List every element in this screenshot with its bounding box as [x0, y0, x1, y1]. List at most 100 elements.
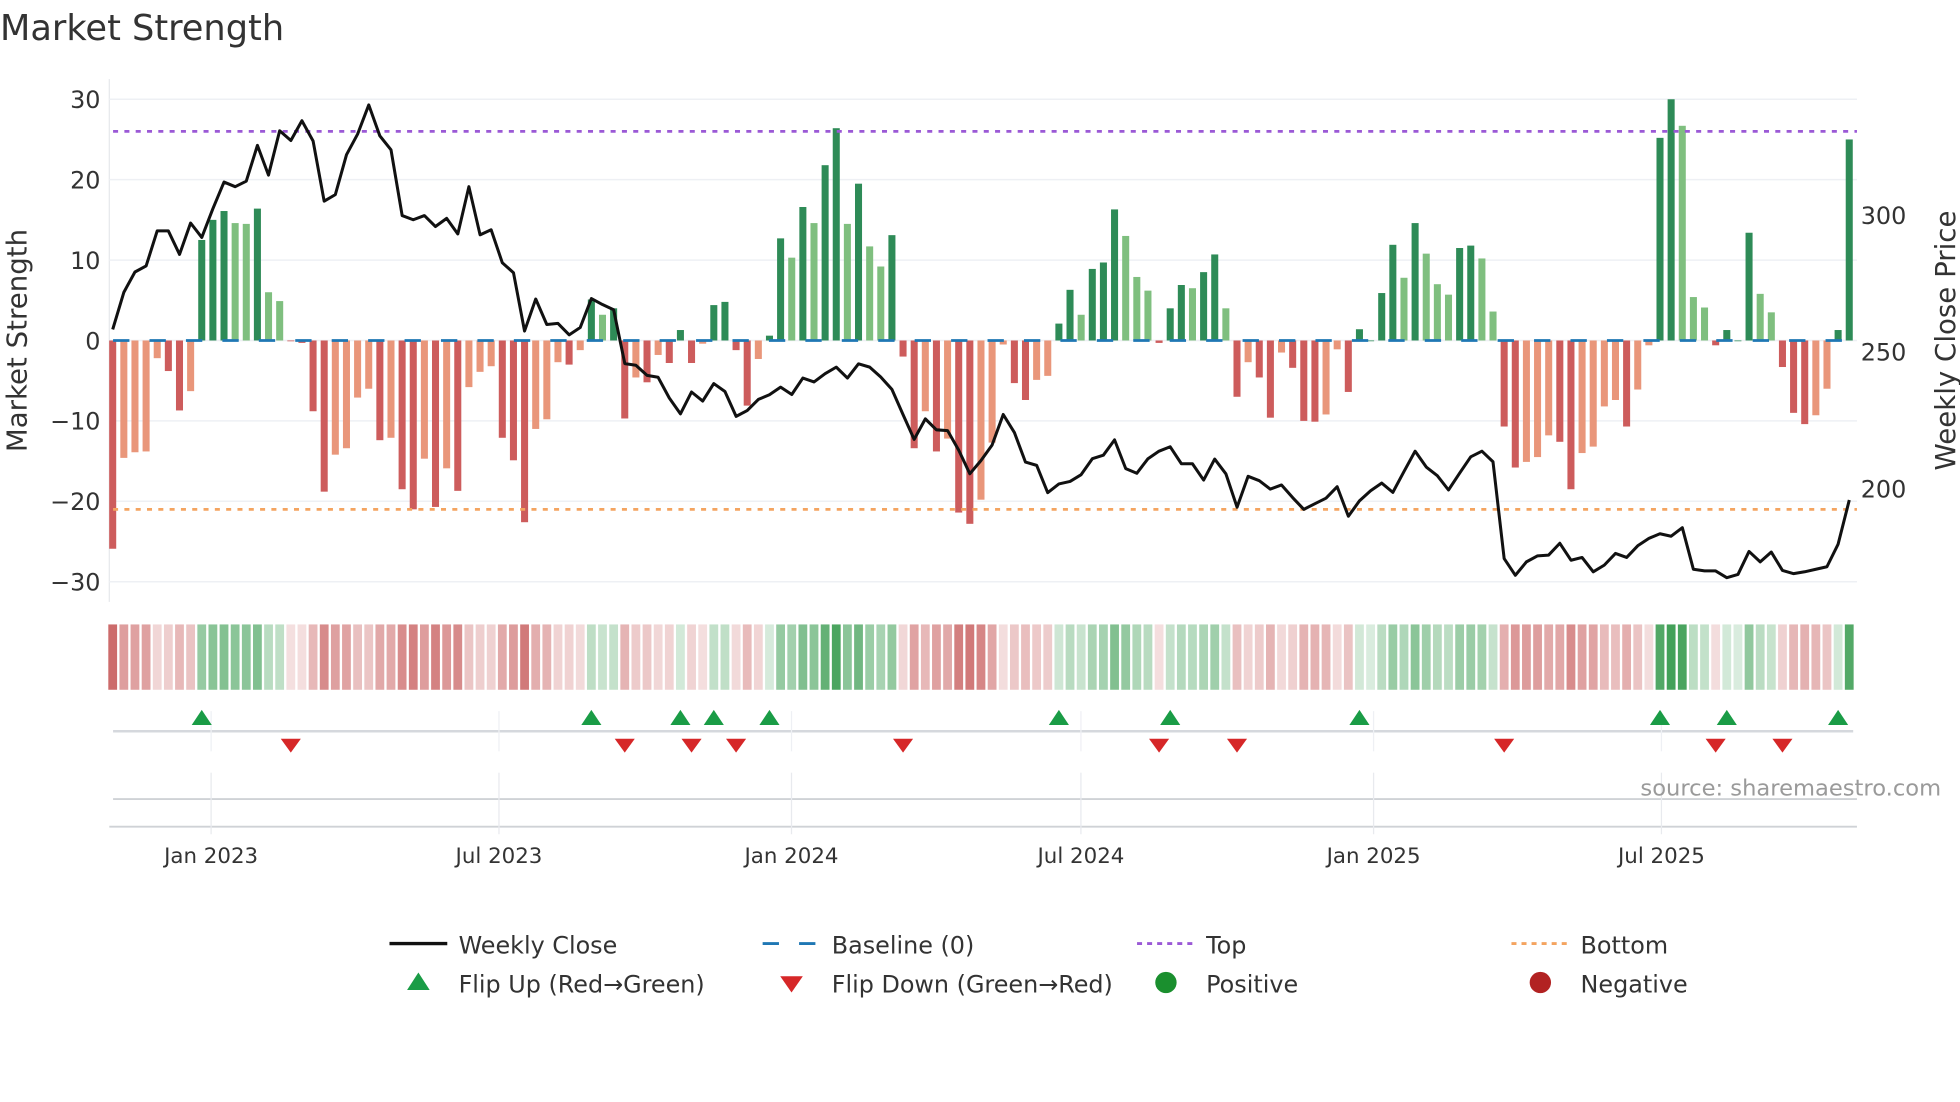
heat-cell — [1822, 624, 1832, 690]
heat-cell — [586, 624, 596, 690]
heat-cell — [141, 624, 151, 690]
heat-cell — [1599, 624, 1609, 690]
strength-bar — [242, 223, 250, 341]
x-axis: Jan 2023 Jul 2023 Jan 2024 Jul 2024 Jan 2025… — [109, 772, 1857, 869]
strength-bar — [1244, 340, 1252, 363]
heat-cell — [1477, 624, 1487, 690]
strength-bar — [1155, 340, 1163, 343]
flip-markers — [113, 709, 1854, 753]
legend-label: Positive — [1206, 971, 1298, 999]
heat-cell — [1488, 624, 1498, 690]
legend-triangle-up-icon — [407, 972, 430, 991]
heat-cell — [1421, 624, 1431, 690]
strength-bar — [1222, 308, 1230, 341]
heat-cell — [1611, 624, 1620, 690]
strength-bar — [1211, 254, 1219, 341]
flip-up-marker — [759, 709, 780, 725]
heat-cell — [397, 624, 407, 690]
strength-bar — [476, 340, 484, 372]
strength-bar — [832, 128, 840, 341]
strength-bar — [899, 340, 907, 357]
strength-bar — [387, 340, 395, 438]
strength-bar — [1823, 340, 1831, 389]
heat-cell — [998, 624, 1008, 690]
heat-cell — [653, 624, 663, 690]
heat-cell — [1087, 624, 1097, 690]
strength-bar — [287, 340, 295, 342]
strength-bar — [754, 340, 762, 359]
strength-bar — [398, 340, 406, 490]
heat-cell — [1366, 624, 1375, 690]
heat-cell — [1844, 624, 1854, 690]
y2-tick-label: 250 — [1861, 339, 1907, 367]
heat-cell — [1355, 624, 1364, 690]
strength-bar — [1311, 340, 1319, 422]
heat-cell — [1054, 624, 1064, 690]
flip-down-marker — [1772, 738, 1793, 753]
strength-bar — [432, 340, 440, 507]
strength-bar — [888, 235, 896, 341]
heat-cell — [464, 624, 474, 690]
heat-cell — [386, 624, 396, 690]
strength-bar — [1233, 340, 1241, 397]
strength-bar — [1678, 125, 1686, 341]
x-tick-label: Jul 2023 — [454, 844, 543, 869]
strength-bar — [1634, 340, 1642, 390]
strength-bar — [810, 223, 818, 341]
heat-cell — [1065, 624, 1075, 690]
strength-bar — [342, 340, 350, 449]
legend-triangle-down-icon — [780, 976, 803, 993]
strength-bar — [1467, 245, 1475, 341]
heat-cell — [954, 624, 964, 690]
heat-cell — [1533, 624, 1542, 690]
heat-cell — [642, 624, 652, 690]
strength-bar — [1623, 340, 1631, 427]
heat-cell — [1121, 624, 1131, 690]
heat-cell — [1143, 624, 1153, 690]
heat-cell — [1110, 624, 1119, 690]
heat-cell — [1677, 624, 1687, 690]
strength-bar — [187, 340, 195, 392]
heat-cell — [1399, 624, 1409, 690]
strength-bar — [164, 340, 172, 372]
strength-bar — [1021, 340, 1030, 400]
y-tick-label: 30 — [70, 86, 100, 114]
flip-up-marker — [1649, 709, 1671, 725]
heat-cell — [753, 624, 763, 690]
y2-axis-label: Weekly Close Price — [1929, 211, 1960, 471]
legend-label: Negative — [1581, 971, 1688, 999]
heat-cell — [909, 624, 919, 690]
y-tick-label: −20 — [50, 488, 100, 516]
source-annotation: source: sharemaestro.com — [1640, 775, 1941, 801]
heat-cell — [175, 624, 184, 690]
strength-bar — [142, 340, 150, 452]
strength-bar — [1489, 311, 1497, 341]
strength-bar — [1790, 340, 1798, 413]
strength-bar — [632, 340, 640, 378]
legend-negative-circle-icon — [1529, 971, 1552, 994]
heat-cell — [598, 624, 607, 690]
strength-bar — [1600, 340, 1608, 407]
strength-bar — [1778, 340, 1786, 368]
strength-bar — [1111, 209, 1119, 341]
heat-cell — [1711, 624, 1721, 690]
flip-down-marker — [681, 738, 702, 753]
strength-bar — [1545, 340, 1553, 436]
legend-label: Flip Down (Green→Red) — [832, 971, 1113, 999]
strength-bar — [799, 207, 807, 341]
strength-bar — [1055, 323, 1063, 341]
heat-cell — [876, 624, 886, 690]
flip-down-marker — [1705, 738, 1726, 753]
strength-bar — [1500, 340, 1508, 427]
y-tick-label: 0 — [85, 327, 100, 355]
strength-bar — [1801, 340, 1809, 425]
chart-title: Market Strength — [0, 8, 284, 49]
heat-cell — [1499, 624, 1509, 690]
heat-cell — [865, 624, 875, 690]
strength-bar — [532, 340, 540, 429]
strength-bar — [1567, 340, 1575, 490]
legend-label: Baseline (0) — [832, 932, 975, 960]
heat-cell — [1766, 624, 1776, 690]
strength-bar — [253, 208, 261, 341]
strength-bar — [543, 340, 551, 420]
